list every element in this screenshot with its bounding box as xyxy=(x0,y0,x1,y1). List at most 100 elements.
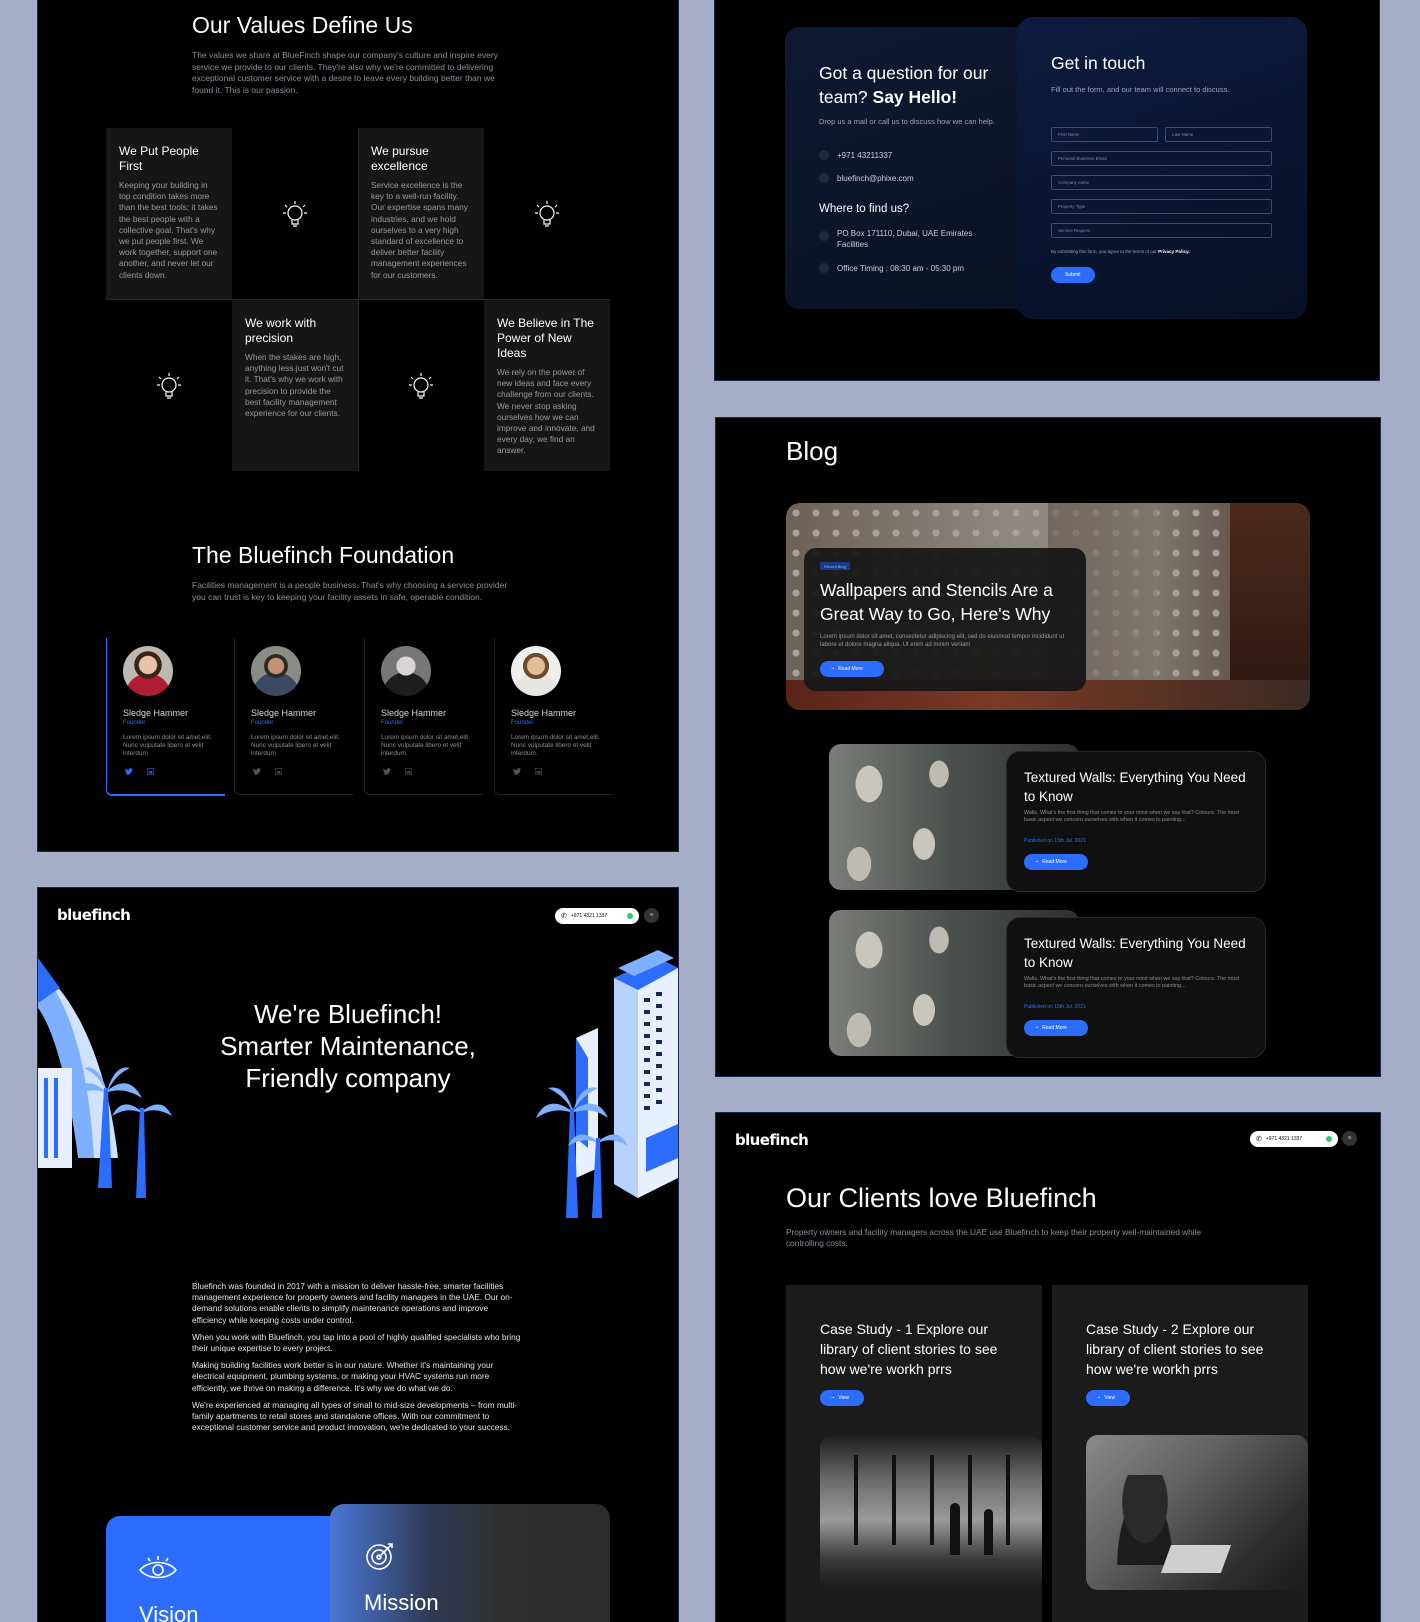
phone-pill[interactable]: ✆ +971 4321 1337 xyxy=(555,908,639,924)
grid-divider xyxy=(358,128,359,471)
case-study-image xyxy=(1086,1435,1308,1590)
view-button[interactable]: ➝ View xyxy=(820,1390,864,1406)
twitter-icon[interactable] xyxy=(513,768,521,775)
values-intro: The values we share at BlueFinch shape o… xyxy=(192,50,498,95)
twitter-icon[interactable] xyxy=(253,768,261,775)
featured-desc: Lorem ipsum dolor sit amet, consectetur … xyxy=(820,634,1065,648)
value-title: We Put People First xyxy=(119,144,199,173)
value-desc: When the stakes are high, anything less … xyxy=(245,352,344,419)
member-role: Founder xyxy=(381,720,404,726)
where-heading: Where to find us? xyxy=(819,203,910,215)
blog-post-card[interactable]: Textured Walls: Everything You Need to K… xyxy=(829,910,1266,1058)
contact-heading: Got a question for our team? Say Hello! xyxy=(819,61,1019,109)
case-study-card[interactable]: Case Study - 1 Explore our library of cl… xyxy=(786,1285,1042,1622)
hero-title: We're Bluefinch! Smarter Maintenance, Fr… xyxy=(138,998,558,1094)
avatar xyxy=(511,646,561,696)
hero-title-line: Smarter Maintenance, xyxy=(220,1031,476,1061)
contact-form: Get in touch Fill out the form, and our … xyxy=(1017,17,1307,319)
avatar xyxy=(123,646,173,696)
privacy-link[interactable]: Privacy Policy. xyxy=(1158,249,1189,254)
last-name-field[interactable]: Last Name xyxy=(1165,127,1272,142)
value-card-people: We Put People First Keeping your buildin… xyxy=(106,128,232,299)
team-member-card[interactable]: Sledge Hammer Founder Lorem ipsum dolor … xyxy=(234,638,353,795)
post-info: Textured Walls: Everything You Need to K… xyxy=(1006,917,1266,1058)
linkedin-icon[interactable] xyxy=(535,768,542,775)
team-member-card[interactable]: Sledge Hammer Founder Lorem ipsum dolor … xyxy=(364,638,483,795)
whatsapp-icon[interactable] xyxy=(627,913,633,919)
contact-phone-row[interactable]: +971 43211337 xyxy=(819,150,892,160)
blog-post-card[interactable]: Textured Walls: Everything You Need to K… xyxy=(829,744,1266,892)
value-card-ideas: We Believe in The Power of New Ideas We … xyxy=(484,300,610,471)
linkedin-icon[interactable] xyxy=(275,768,282,775)
team-member-card[interactable]: Sledge Hammer Founder Lorem ipsum dolor … xyxy=(494,638,613,795)
menu-icon[interactable]: ≡ xyxy=(644,908,659,923)
twitter-icon[interactable] xyxy=(383,768,391,775)
mission-card[interactable]: Mission xyxy=(330,1504,610,1622)
person-silhouette xyxy=(984,1509,993,1555)
featured-post[interactable]: Recent Blog Wallpapers and Stencils Are … xyxy=(786,503,1310,710)
contact-address: PO Box 171110, Dubai, UAE Emirates Facil… xyxy=(837,229,973,249)
avatar xyxy=(251,646,301,696)
read-more-button[interactable]: ➝ Read More xyxy=(1024,854,1088,870)
timing-row: Office Timing : 08:30 am - 05:30 pm xyxy=(819,263,964,273)
read-more-button[interactable]: ➝ Read More xyxy=(820,661,884,677)
address-row: PO Box 171110, Dubai, UAE Emirates Facil… xyxy=(819,228,989,250)
brand-logo[interactable]: bluefinch xyxy=(735,1131,809,1149)
submit-button[interactable]: Submit xyxy=(1051,267,1095,283)
case-study-title: Case Study - 1 Explore our library of cl… xyxy=(820,1321,998,1377)
about-paragraph: We're experienced at managing all types … xyxy=(192,1399,518,1433)
post-desc: Walls. What's the first thing that comes… xyxy=(1024,976,1240,989)
view-button[interactable]: ➝ View xyxy=(1086,1390,1130,1406)
contact-sub: Drop us a mail or call us to discuss how… xyxy=(819,117,995,126)
value-card-precision: We work with precision When the stakes a… xyxy=(232,300,358,471)
linkedin-icon[interactable] xyxy=(405,768,412,775)
member-desc: Lorem ipsum dolor sit amet,elit. Nunc vu… xyxy=(251,734,340,758)
member-name: Sledge Hammer xyxy=(251,708,317,718)
post-title: Textured Walls: Everything You Need to K… xyxy=(1024,936,1246,970)
contact-info-card: Got a question for our team? Say Hello! … xyxy=(785,27,1045,309)
value-desc: Keeping your building in top condition t… xyxy=(119,180,218,280)
phone-icon: ✆ xyxy=(561,913,567,920)
contact-panel: Got a question for our team? Say Hello! … xyxy=(715,0,1379,380)
button-label: Read More xyxy=(1042,859,1067,865)
first-name-field[interactable]: First Name xyxy=(1051,127,1158,142)
about-paragraph: When you work with Bluefinch, you tap in… xyxy=(192,1331,521,1354)
brand-logo[interactable]: bluefinch xyxy=(57,906,131,924)
case-study-card[interactable]: Case Study - 2 Explore our library of cl… xyxy=(1052,1285,1308,1622)
phone-pill[interactable]: ✆ +971 4321 1337 xyxy=(1250,1131,1338,1147)
case-study-title: Case Study - 2 Explore our library of cl… xyxy=(1086,1321,1264,1377)
arrow-right-icon: ➝ xyxy=(1034,859,1039,865)
clients-title: Our Clients love Bluefinch xyxy=(786,1183,1097,1213)
person-silhouette xyxy=(950,1503,960,1555)
post-info: Textured Walls: Everything You Need to K… xyxy=(1006,751,1266,892)
contact-email-row[interactable]: bluefinch@phixe.com xyxy=(819,173,914,183)
office-timing: Office Timing : 08:30 am - 05:30 pm xyxy=(837,263,965,273)
twitter-icon[interactable] xyxy=(125,768,133,775)
property-type-field[interactable]: Property Type xyxy=(1051,199,1272,214)
post-date: Published on 15th Jul, 2021 xyxy=(1024,838,1086,844)
company-field[interactable]: Company name xyxy=(1051,175,1272,190)
team-member-card[interactable]: Sledge Hammer Founder Lorem ipsum dolor … xyxy=(106,638,225,796)
terms-text: By submitting this form, you agree to th… xyxy=(1051,249,1190,254)
vision-card[interactable]: Vision xyxy=(106,1516,346,1622)
bulb-icon xyxy=(484,128,610,299)
linkedin-icon[interactable] xyxy=(147,768,154,775)
clock-icon xyxy=(819,263,829,273)
button-label: View xyxy=(1104,1395,1115,1401)
button-label: Read More xyxy=(838,666,863,672)
member-desc: Lorem ipsum dolor sit amet,elit. Nunc vu… xyxy=(381,734,470,758)
read-more-button[interactable]: ➝ Read More xyxy=(1024,1020,1088,1036)
whatsapp-icon[interactable] xyxy=(1326,1136,1332,1142)
member-name: Sledge Hammer xyxy=(123,708,189,718)
arrow-right-icon: ➝ xyxy=(830,1395,835,1401)
form-sub: Fill out the form, and our team will con… xyxy=(1051,85,1230,94)
contact-phone: +971 43211337 xyxy=(837,150,893,160)
service-request-field[interactable]: Service Request xyxy=(1051,223,1272,238)
case-study-image xyxy=(820,1435,1042,1590)
arrow-right-icon: ➝ xyxy=(1034,1025,1039,1031)
values-panel: Our Values Define Us The values we share… xyxy=(38,0,678,851)
menu-icon[interactable]: ≡ xyxy=(1342,1131,1357,1146)
member-desc: Lorem ipsum dolor sit amet,elit. Nunc vu… xyxy=(123,734,212,758)
bulb-icon xyxy=(106,300,232,471)
email-field[interactable]: Personal Business Email xyxy=(1051,151,1272,166)
